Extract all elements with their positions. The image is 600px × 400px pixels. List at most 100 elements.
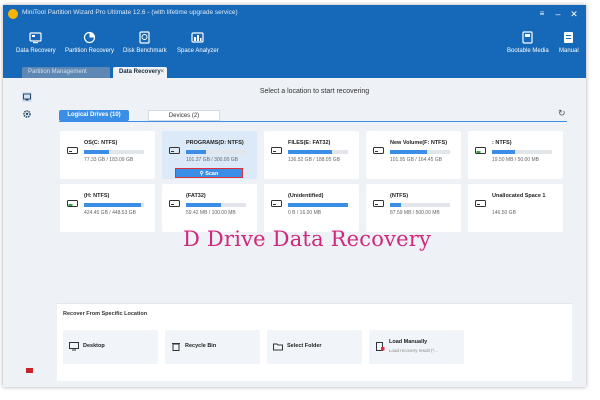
location-label: Select Folder (287, 343, 322, 349)
section-title: Recover From Specific Location (63, 311, 148, 317)
location-select-folder[interactable]: Select Folder (267, 330, 362, 364)
minimize-icon[interactable]: – (552, 8, 564, 20)
desktop-icon (69, 342, 79, 351)
drive-card[interactable]: New Volume(F: NTFS) 101.95 GB / 164.45 G… (366, 131, 461, 179)
menu-icon[interactable]: ≡ (536, 8, 548, 20)
language-flag-icon[interactable] (26, 368, 33, 373)
scan-button[interactable]: ⚲ Scan (175, 168, 243, 178)
drive-icon (271, 200, 282, 207)
drive-usage-fill (288, 150, 332, 154)
tab-partition-management[interactable]: Partition Management (22, 67, 110, 78)
toolbar-bootable-media-button[interactable]: Bootable Media (507, 31, 549, 54)
toolbar-space-analyzer-button[interactable]: Space Analyzer (177, 31, 219, 54)
bootable-media-icon (522, 31, 533, 44)
drive-name: (H: NTFS) (84, 193, 110, 199)
drive-icon (169, 147, 180, 154)
drive-name: FILES(E: FAT32) (288, 140, 331, 146)
left-sidebar (3, 78, 47, 387)
drive-name: PROGRAMS(D: NTFS) (186, 140, 244, 146)
toolbar-label: Manual (559, 48, 579, 54)
drive-size: 136.52 GB / 188.05 GB (288, 157, 340, 163)
drive-icon (373, 200, 384, 207)
tab-underline (59, 121, 567, 122)
location-load-manually[interactable]: Load Manually Load recovery result (*... (369, 330, 464, 364)
recycle-bin-icon (172, 343, 180, 351)
toolbar-label: Bootable Media (507, 48, 549, 54)
drive-size: 101.95 GB / 164.45 GB (390, 157, 442, 163)
tab-label: Partition Management (28, 69, 87, 75)
drive-size: 77.33 GB / 183.09 GB (84, 157, 134, 163)
drive-icon (475, 200, 486, 207)
toolbar-manual-button[interactable]: Manual (559, 31, 579, 54)
monitor-icon[interactable] (22, 92, 32, 102)
drive-size: 0 B / 16.00 MB (288, 210, 322, 216)
location-label: Recycle Bin (185, 343, 217, 349)
drive-card[interactable]: (Unidentified) 0 B / 16.00 MB (264, 184, 359, 232)
close-tab-icon[interactable]: × (160, 67, 164, 78)
drive-card-unallocated[interactable]: Unallocated Space 1 146.50 GB (468, 184, 563, 232)
close-window-icon[interactable]: ✕ (568, 8, 580, 20)
scan-label: Scan (205, 171, 219, 177)
drive-icon (169, 200, 180, 207)
tab-data-recovery[interactable]: Data Recovery × (113, 67, 167, 78)
drive-usage-bar (390, 203, 450, 207)
drive-size: 146.50 GB (492, 210, 516, 216)
drive-card[interactable]: OS(C: NTFS) 77.33 GB / 183.09 GB (60, 131, 155, 179)
module-tabs: Partition Management Data Recovery × (3, 67, 586, 78)
toolbar-label: Space Analyzer (177, 48, 219, 54)
drive-usage-bar (186, 150, 246, 154)
drive-usage-fill (288, 203, 348, 207)
drive-usage-fill (390, 150, 428, 154)
drive-card[interactable]: (H: NTFS) 424.45 GB / 448.53 GB (60, 184, 155, 232)
drive-usage-fill (84, 150, 110, 154)
drive-usage-bar (390, 150, 450, 154)
app-logo-icon (8, 9, 18, 19)
settings-gear-icon[interactable] (22, 109, 32, 119)
drive-usage-bar (84, 203, 144, 207)
top-bar: MiniTool Partition Wizard Pro Ultimate 1… (3, 5, 586, 78)
drive-name: (NTFS) (390, 193, 409, 199)
drive-size: 59.42 MB / 100.00 MB (186, 210, 236, 216)
drive-size: 101.37 GB / 300.00 GB (186, 157, 238, 163)
load-file-icon (376, 342, 385, 351)
refresh-icon[interactable]: ↻ (558, 109, 567, 118)
toolbar-label: Partition Recovery (65, 48, 115, 54)
drive-card[interactable]: : NTFS) 19.50 MB / 50.00 MB (468, 131, 563, 179)
disk-benchmark-icon (139, 31, 150, 44)
toolbar-partition-recovery-button[interactable]: Partition Recovery (65, 31, 114, 54)
toolbar-data-recovery-button[interactable]: Data Recovery (16, 31, 56, 54)
folder-icon (273, 343, 283, 351)
drive-icon (67, 147, 78, 154)
drive-size: 19.50 MB / 50.00 MB (492, 157, 539, 163)
drive-size: 424.45 GB / 448.53 GB (84, 210, 136, 216)
drive-card[interactable]: FILES(E: FAT32) 136.52 GB / 188.05 GB (264, 131, 359, 179)
toolbar-label: Data Recovery (16, 48, 56, 54)
tab-devices[interactable]: Devices (2) (148, 110, 220, 121)
toolbar-disk-benchmark-button[interactable]: Disk Benchmark (123, 31, 167, 54)
drive-name: : NTFS) (492, 140, 512, 146)
specific-location-section: Recover From Specific Location Desktop R… (57, 303, 572, 381)
drive-usage-fill (84, 203, 141, 207)
drive-card-selected[interactable]: PROGRAMS(D: NTFS) 101.37 GB / 300.00 GB … (162, 131, 257, 179)
location-desktop[interactable]: Desktop (63, 330, 158, 364)
drive-icon (373, 147, 384, 154)
location-sublabel: Load recovery result (*... (389, 348, 439, 353)
drive-card[interactable]: (NTFS) 87.59 MB / 500.00 MB (366, 184, 461, 232)
drive-usage-bar (492, 150, 552, 154)
location-recycle-bin[interactable]: Recycle Bin (165, 330, 260, 364)
drive-usage-fill (186, 150, 207, 154)
drive-usage-fill (492, 150, 516, 154)
drive-size: 87.59 MB / 500.00 MB (390, 210, 440, 216)
location-label: Desktop (83, 343, 105, 349)
partition-recovery-icon (83, 31, 96, 44)
drive-card[interactable]: (FAT32) 59.42 MB / 100.00 MB (162, 184, 257, 232)
drive-usage-bar (288, 150, 348, 154)
drive-name: (FAT32) (186, 193, 206, 199)
toolbar-label: Disk Benchmark (123, 48, 167, 54)
usb-drive-icon (67, 200, 78, 207)
usb-drive-icon (475, 147, 486, 154)
tab-logical-drives[interactable]: Logical Drives (10) (59, 110, 129, 121)
drive-usage-bar (288, 203, 348, 207)
drive-usage-bar (84, 150, 144, 154)
drive-icon (271, 147, 282, 154)
